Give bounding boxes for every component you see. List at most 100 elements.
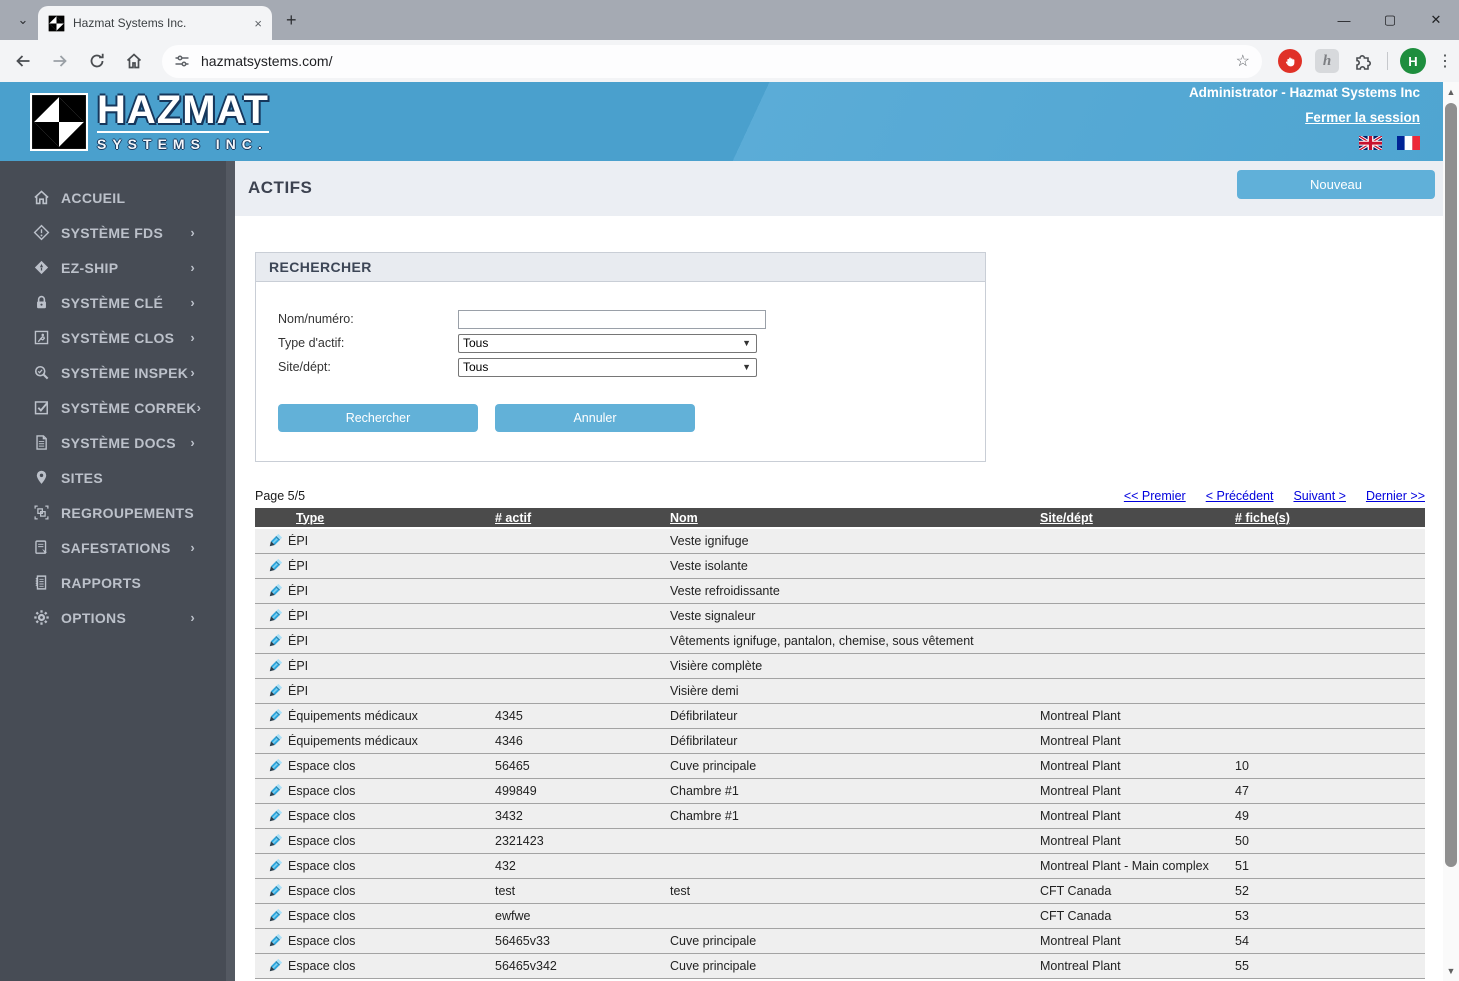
table-row[interactable]: Espace clos 2321423 Montreal Plant 50: [255, 829, 1425, 854]
cancel-button[interactable]: Annuler: [495, 404, 695, 432]
col-actif[interactable]: # actif: [495, 511, 670, 525]
table-row[interactable]: ÉPI Veste signaleur: [255, 604, 1425, 629]
tab-close-icon[interactable]: ×: [254, 16, 262, 31]
sidebar-item[interactable]: SYSTÈME CORREK ›: [0, 390, 226, 425]
table-row[interactable]: ÉPI Veste ignifuge: [255, 529, 1425, 554]
edit-pencil-icon[interactable]: [255, 533, 288, 549]
reload-icon[interactable]: [88, 52, 106, 70]
scroll-down-icon[interactable]: ▼: [1443, 963, 1459, 979]
page-scrollbar[interactable]: ▲ ▼: [1443, 82, 1459, 981]
text-input[interactable]: [458, 310, 766, 329]
table-row[interactable]: Espace clos 432 Montreal Plant - Main co…: [255, 854, 1425, 879]
cell-type: Espace clos: [288, 884, 495, 898]
bookmark-star-icon[interactable]: ☆: [1236, 51, 1250, 71]
edit-pencil-icon[interactable]: [255, 908, 288, 924]
search-button[interactable]: Rechercher: [278, 404, 478, 432]
sidebar-item[interactable]: SYSTÈME CLOS ›: [0, 320, 226, 355]
col-site[interactable]: Site/dépt: [1040, 511, 1235, 525]
table-row[interactable]: Espace clos 56465v342 Cuve principale Mo…: [255, 954, 1425, 979]
cell-type: ÉPI: [288, 559, 495, 573]
edit-pencil-icon[interactable]: [255, 633, 288, 649]
back-icon[interactable]: [14, 52, 32, 70]
edit-pencil-icon[interactable]: [255, 658, 288, 674]
scrollbar-thumb[interactable]: [1445, 103, 1457, 867]
sidebar-item[interactable]: RAPPORTS: [0, 565, 226, 600]
pagination-link[interactable]: << Premier: [1124, 489, 1186, 503]
adblock-extension-icon[interactable]: [1278, 49, 1302, 73]
cell-actif: 4345: [495, 709, 670, 723]
edit-pencil-icon[interactable]: [255, 683, 288, 699]
cell-site: Montreal Plant: [1040, 709, 1235, 723]
url-bar[interactable]: hazmatsystems.com/ ☆: [162, 45, 1262, 78]
search-field-row: Nom/numéro:: [278, 307, 985, 331]
sidebar-item[interactable]: SITES: [0, 460, 226, 495]
cell-type: ÉPI: [288, 534, 495, 548]
sidebar-item[interactable]: SYSTÈME INSPEK ›: [0, 355, 226, 390]
table-row[interactable]: Équipements médicaux 4345 Défibrilateur …: [255, 704, 1425, 729]
table-row[interactable]: Espace clos 499849 Chambre #1 Montreal P…: [255, 779, 1425, 804]
col-fiches[interactable]: # fiche(s): [1235, 511, 1425, 525]
url-text[interactable]: hazmatsystems.com/: [201, 53, 1236, 69]
forward-icon[interactable]: [51, 52, 69, 70]
edit-pencil-icon[interactable]: [255, 583, 288, 599]
sidebar-item[interactable]: SYSTÈME DOCS ›: [0, 425, 226, 460]
home-icon[interactable]: [125, 52, 143, 70]
france-flag-icon[interactable]: [1397, 136, 1420, 151]
col-type[interactable]: Type: [255, 511, 495, 525]
sidebar-item[interactable]: ACCUEIL: [0, 180, 226, 215]
pagination-link[interactable]: Dernier >>: [1366, 489, 1425, 503]
sidebar-item[interactable]: REGROUPEMENTS: [0, 495, 226, 530]
logout-link[interactable]: Fermer la session: [1305, 110, 1420, 125]
edit-pencil-icon[interactable]: [255, 833, 288, 849]
sidebar-item[interactable]: SYSTÈME FDS ›: [0, 215, 226, 250]
profile-avatar[interactable]: H: [1400, 48, 1426, 74]
sidebar-item[interactable]: OPTIONS ›: [0, 600, 226, 635]
sidebar-item[interactable]: EZ-SHIP ›: [0, 250, 226, 285]
col-nom[interactable]: Nom: [670, 511, 1040, 525]
table-row[interactable]: Espace clos 56465v33 Cuve principale Mon…: [255, 929, 1425, 954]
table-row[interactable]: ÉPI Veste refroidissante: [255, 579, 1425, 604]
edit-pencil-icon[interactable]: [255, 933, 288, 949]
browser-tab[interactable]: Hazmat Systems Inc. ×: [38, 6, 272, 40]
minimize-button[interactable]: —: [1321, 0, 1367, 40]
new-tab-button[interactable]: +: [286, 10, 297, 31]
edit-pencil-icon[interactable]: [255, 758, 288, 774]
edit-pencil-icon[interactable]: [255, 858, 288, 874]
scroll-up-icon[interactable]: ▲: [1443, 84, 1459, 100]
table-row[interactable]: ÉPI Visière demi: [255, 679, 1425, 704]
edit-pencil-icon[interactable]: [255, 608, 288, 624]
dropdown-select[interactable]: Tous ▼: [458, 358, 757, 377]
edit-pencil-icon[interactable]: [255, 558, 288, 574]
edit-pencil-icon[interactable]: [255, 958, 288, 974]
browser-menu-icon[interactable]: ⋮: [1437, 51, 1453, 71]
pagination-link[interactable]: < Précédent: [1206, 489, 1274, 503]
h-extension-icon[interactable]: h: [1315, 49, 1339, 73]
edit-pencil-icon[interactable]: [255, 733, 288, 749]
table-row[interactable]: Espace clos ewfwe CFT Canada 53: [255, 904, 1425, 929]
extensions-puzzle-icon[interactable]: [1353, 51, 1373, 71]
new-asset-button[interactable]: Nouveau: [1237, 170, 1435, 199]
table-row[interactable]: ÉPI Vêtements ignifuge, pantalon, chemis…: [255, 629, 1425, 654]
close-button[interactable]: ✕: [1413, 0, 1459, 40]
sidebar-item[interactable]: SYSTÈME CLÉ ›: [0, 285, 226, 320]
pagination-link[interactable]: Suivant >: [1293, 489, 1345, 503]
table-row[interactable]: Espace clos 56465 Cuve principale Montre…: [255, 754, 1425, 779]
edit-pencil-icon[interactable]: [255, 708, 288, 724]
table-row[interactable]: Espace clos 3432 Chambre #1 Montreal Pla…: [255, 804, 1425, 829]
table-row[interactable]: Espace clos test test CFT Canada 52: [255, 879, 1425, 904]
dropdown-select[interactable]: Tous ▼: [458, 334, 757, 353]
edit-pencil-icon[interactable]: [255, 808, 288, 824]
site-settings-icon[interactable]: [174, 53, 190, 69]
table-row[interactable]: Équipements médicaux 4346 Défibrilateur …: [255, 729, 1425, 754]
hazmat-logo[interactable]: HAZMAT SYSTEMS INC.: [30, 91, 269, 152]
table-row[interactable]: ÉPI Visière complète: [255, 654, 1425, 679]
uk-flag-icon[interactable]: [1359, 136, 1382, 151]
maximize-button[interactable]: ▢: [1367, 0, 1413, 40]
table-row[interactable]: ÉPI Veste isolante: [255, 554, 1425, 579]
edit-pencil-icon[interactable]: [255, 783, 288, 799]
cell-nom: Cuve principale: [670, 959, 1040, 973]
logo-subtitle: SYSTEMS INC.: [97, 131, 269, 152]
sidebar-item[interactable]: SAFESTATIONS ›: [0, 530, 226, 565]
tab-search-chevron-icon[interactable]: ⌄: [10, 9, 36, 31]
edit-pencil-icon[interactable]: [255, 883, 288, 899]
